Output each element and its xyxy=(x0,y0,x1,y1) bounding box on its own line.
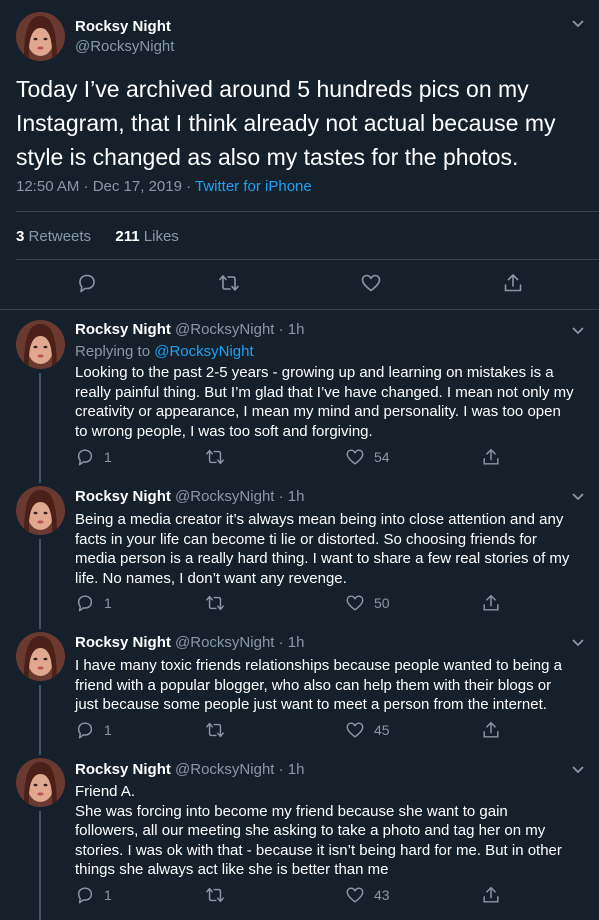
retweet-icon[interactable] xyxy=(205,447,225,467)
main-tweet: Rocksy Night @RocksyNight Today I’ve arc… xyxy=(0,0,599,310)
thread-line xyxy=(39,685,41,748)
like-count: 43 xyxy=(374,887,390,903)
avatar[interactable] xyxy=(16,12,65,61)
avatar[interactable] xyxy=(16,320,65,369)
tweet-thread-page: Rocksy Night @RocksyNight Today I’ve arc… xyxy=(0,0,599,920)
like-count: 50 xyxy=(374,595,390,611)
reply-tweet[interactable]: Rocksy Night @RocksyNight · 1h Friend A.… xyxy=(0,748,599,920)
reply-icon[interactable] xyxy=(75,447,95,467)
reply-icon[interactable] xyxy=(75,593,95,613)
author-name[interactable]: Rocksy Night xyxy=(75,634,171,651)
replying-to-label: Replying to xyxy=(75,343,155,360)
author-handle-time[interactable]: @RocksyNight · 1h xyxy=(175,321,304,338)
retweet-icon[interactable] xyxy=(205,720,225,740)
author-name[interactable]: Rocksy Night xyxy=(75,761,171,778)
chevron-down-icon[interactable] xyxy=(571,19,585,29)
retweets-stat[interactable]: 3 Retweets xyxy=(16,228,91,245)
heart-icon[interactable] xyxy=(345,885,365,905)
tweet-text: Today I’ve archived around 5 hundreds pi… xyxy=(16,76,556,170)
heart-icon[interactable] xyxy=(360,272,382,294)
reply-tweet[interactable]: Rocksy Night @RocksyNight · 1h Replying … xyxy=(0,310,599,476)
tweet-actions: 1 45 xyxy=(75,720,515,740)
avatar[interactable] xyxy=(16,632,65,681)
replying-to: Replying to @RocksyNight xyxy=(75,343,254,360)
share-icon[interactable] xyxy=(481,720,501,740)
share-icon[interactable] xyxy=(481,447,501,467)
thread-line xyxy=(39,476,41,483)
heart-icon[interactable] xyxy=(345,720,365,740)
tweet-actions: 1 54 xyxy=(75,447,515,467)
reply-tweet[interactable]: Rocksy Night @RocksyNight · 1h Being a m… xyxy=(0,476,599,622)
reply-count: 1 xyxy=(104,722,112,738)
divider xyxy=(16,259,599,260)
chevron-down-icon[interactable] xyxy=(571,765,585,775)
thread-line xyxy=(39,373,41,476)
tweet-text: I have many toxic friends relationships … xyxy=(75,657,562,713)
retweets-count: 3 xyxy=(16,228,25,245)
avatar[interactable] xyxy=(16,758,65,807)
tweet-actions: 1 43 xyxy=(75,885,515,905)
reply-tweet[interactable]: Rocksy Night @RocksyNight · 1h I have ma… xyxy=(0,622,599,748)
tweet-actions: 1 50 xyxy=(75,593,515,613)
author-name[interactable]: Rocksy Night xyxy=(75,18,171,35)
retweet-icon[interactable] xyxy=(205,885,225,905)
like-count: 54 xyxy=(374,449,390,465)
tweet-timestamp[interactable]: 12:50 AM · Dec 17, 2019 · xyxy=(16,178,195,195)
tweet-meta: 12:50 AM · Dec 17, 2019 · Twitter for iP… xyxy=(16,178,312,195)
thread-line xyxy=(39,539,41,622)
author-handle-time[interactable]: @RocksyNight · 1h xyxy=(175,761,304,778)
reply-header: Rocksy Night @RocksyNight · 1h xyxy=(75,488,304,505)
share-icon[interactable] xyxy=(502,272,524,294)
author-name[interactable]: Rocksy Night xyxy=(75,488,171,505)
chevron-down-icon[interactable] xyxy=(571,638,585,648)
main-tweet-actions xyxy=(0,272,599,300)
heart-icon[interactable] xyxy=(345,593,365,613)
author-handle[interactable]: @RocksyNight xyxy=(75,38,174,55)
author-name[interactable]: Rocksy Night xyxy=(75,321,171,338)
reply-icon[interactable] xyxy=(75,720,95,740)
thread-line xyxy=(39,748,41,755)
thread-line xyxy=(39,622,41,629)
retweets-label: Retweets xyxy=(28,228,92,245)
retweet-icon[interactable] xyxy=(205,593,225,613)
author-handle-time[interactable]: @RocksyNight · 1h xyxy=(175,634,304,651)
tweet-text: Being a media creator it’s always mean b… xyxy=(75,511,570,587)
reply-count: 1 xyxy=(104,595,112,611)
share-icon[interactable] xyxy=(481,885,501,905)
chevron-down-icon[interactable] xyxy=(571,492,585,502)
tweet-text: Looking to the past 2-5 years - growing … xyxy=(75,364,574,440)
likes-label: Likes xyxy=(143,228,179,245)
like-count: 45 xyxy=(374,722,390,738)
reply-count: 1 xyxy=(104,449,112,465)
tweet-source-link[interactable]: Twitter for iPhone xyxy=(195,178,312,195)
reply-count: 1 xyxy=(104,887,112,903)
reply-header: Rocksy Night @RocksyNight · 1h xyxy=(75,634,304,651)
tweet-stats: 3 Retweets 211 Likes xyxy=(16,228,179,245)
avatar[interactable] xyxy=(16,486,65,535)
author-handle-time[interactable]: @RocksyNight · 1h xyxy=(175,488,304,505)
chevron-down-icon[interactable] xyxy=(571,326,585,336)
likes-count: 211 xyxy=(115,228,140,245)
reply-icon[interactable] xyxy=(75,885,95,905)
reply-header: Rocksy Night @RocksyNight · 1h xyxy=(75,761,304,778)
thread-line xyxy=(39,811,41,920)
reply-header: Rocksy Night @RocksyNight · 1h xyxy=(75,321,304,338)
retweet-icon[interactable] xyxy=(218,272,240,294)
reply-icon[interactable] xyxy=(76,272,98,294)
heart-icon[interactable] xyxy=(345,447,365,467)
share-icon[interactable] xyxy=(481,593,501,613)
likes-stat[interactable]: 211 Likes xyxy=(115,228,178,245)
tweet-text: Friend A. She was forcing into become my… xyxy=(75,783,562,878)
divider xyxy=(16,211,599,212)
replying-to-link[interactable]: @RocksyNight xyxy=(154,343,253,360)
